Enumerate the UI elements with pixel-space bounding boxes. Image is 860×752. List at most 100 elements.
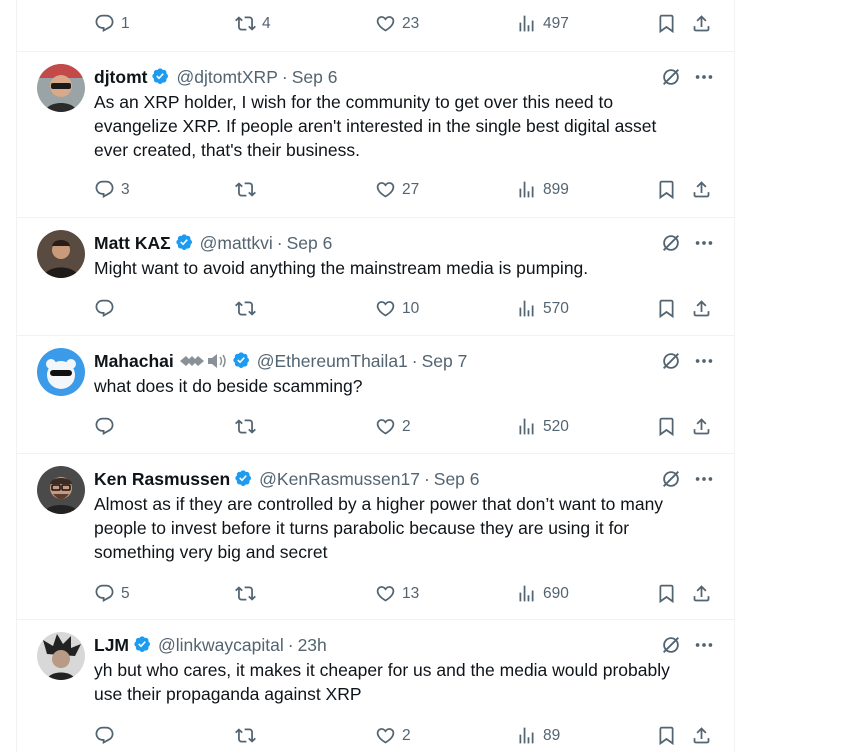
- more-icon[interactable]: [693, 232, 715, 254]
- reply-post[interactable]: Matt ΚΑΣ @mattkvi · Sep 6 Might want to …: [17, 218, 734, 335]
- display-name[interactable]: Matt ΚΑΣ: [94, 233, 171, 254]
- avatar[interactable]: [37, 466, 85, 514]
- post-text: As an XRP holder, I wish for the communi…: [94, 92, 657, 160]
- reply-post[interactable]: Ken Rasmussen @KenRasmussen17 · Sep 6 Al…: [17, 454, 734, 619]
- more-icon[interactable]: [693, 634, 715, 656]
- bookmark-button[interactable]: [656, 13, 677, 34]
- like-button[interactable]: 13: [375, 583, 419, 604]
- like-icon: [375, 179, 396, 200]
- more-icon[interactable]: [693, 350, 715, 372]
- share-icon: [691, 416, 712, 437]
- retweet-icon: [235, 583, 256, 604]
- retweet-button[interactable]: [235, 725, 262, 746]
- reply-post[interactable]: djtomt @djtomtXRP · Sep 6 As an XRP hold…: [17, 52, 734, 217]
- bookmark-button[interactable]: [656, 179, 677, 200]
- handle[interactable]: @mattkvi: [200, 233, 273, 254]
- more-icon[interactable]: [693, 66, 715, 88]
- display-name[interactable]: Ken Rasmussen: [94, 469, 230, 490]
- like-button[interactable]: 2: [375, 416, 411, 437]
- post-header: LJM @linkwaycapital · 23h: [94, 634, 327, 656]
- reply-button[interactable]: [94, 416, 121, 437]
- post-header: Ken Rasmussen @KenRasmussen17 · Sep 6: [94, 468, 480, 490]
- post-header: Mahachai @EthereumThaila1 · Sep 7: [94, 350, 467, 372]
- retweet-button[interactable]: [235, 298, 262, 319]
- bookmark-button[interactable]: [656, 298, 677, 319]
- like-button[interactable]: 23: [375, 13, 419, 34]
- reply-button[interactable]: [94, 725, 121, 746]
- avatar[interactable]: [37, 348, 85, 396]
- views-button[interactable]: 520: [516, 416, 569, 437]
- grok-icon[interactable]: [660, 66, 682, 88]
- post-text: Might want to avoid anything the mainstr…: [94, 258, 589, 278]
- handle[interactable]: @linkwaycapital: [158, 635, 284, 656]
- post-text: Almost as if they are controlled by a hi…: [94, 494, 664, 562]
- verified-badge-icon: [234, 469, 254, 489]
- views-button[interactable]: 89: [516, 725, 560, 746]
- views-button[interactable]: 497: [516, 13, 569, 34]
- post-date[interactable]: Sep 6: [434, 469, 480, 490]
- bookmark-button[interactable]: [656, 583, 677, 604]
- views-button[interactable]: 570: [516, 298, 569, 319]
- bookmark-button[interactable]: [656, 416, 677, 437]
- like-button[interactable]: 2: [375, 725, 411, 746]
- like-button[interactable]: 10: [375, 298, 419, 319]
- like-icon: [375, 416, 396, 437]
- share-button[interactable]: [691, 13, 712, 34]
- more-icon[interactable]: [693, 468, 715, 490]
- like-button[interactable]: 27: [375, 179, 419, 200]
- reply-button[interactable]: [94, 298, 121, 319]
- display-name[interactable]: djtomt: [94, 67, 147, 88]
- post-actions: 3 27 899: [94, 179, 714, 201]
- like-icon: [375, 583, 396, 604]
- grok-icon[interactable]: [660, 350, 682, 372]
- retweet-button[interactable]: [235, 583, 262, 604]
- share-button[interactable]: [691, 725, 712, 746]
- views-icon: [516, 416, 537, 437]
- retweet-button[interactable]: 4: [235, 13, 271, 34]
- share-button[interactable]: [691, 416, 712, 437]
- reply-post[interactable]: Mahachai @EthereumThaila1 · Sep 7 what d…: [17, 336, 734, 453]
- reply-feed: 1 4 23 497 djtomt @djtomtXRP · Sep 6 As …: [16, 0, 735, 752]
- grok-icon[interactable]: [660, 634, 682, 656]
- handle[interactable]: @EthereumThaila1: [257, 351, 408, 372]
- share-button[interactable]: [691, 298, 712, 319]
- handle[interactable]: @djtomtXRP: [176, 67, 277, 88]
- post-date[interactable]: 23h: [298, 635, 327, 656]
- reply-icon: [94, 298, 115, 319]
- retweet-icon: [235, 725, 256, 746]
- grok-icon[interactable]: [660, 232, 682, 254]
- post-date[interactable]: Sep 6: [287, 233, 333, 254]
- post-date[interactable]: Sep 7: [422, 351, 468, 372]
- retweet-button[interactable]: [235, 179, 262, 200]
- share-button[interactable]: [691, 179, 712, 200]
- share-icon: [691, 725, 712, 746]
- retweet-button[interactable]: [235, 416, 262, 437]
- reply-icon: [94, 725, 115, 746]
- bookmark-icon: [656, 416, 677, 437]
- reply-button[interactable]: 3: [94, 179, 130, 200]
- reply-button[interactable]: 1: [94, 13, 130, 34]
- avatar[interactable]: [37, 230, 85, 278]
- reply-post[interactable]: LJM @linkwaycapital · 23h yh but who car…: [17, 620, 734, 752]
- display-name[interactable]: Mahachai: [94, 351, 174, 372]
- views-button[interactable]: 899: [516, 179, 569, 200]
- avatar[interactable]: [37, 632, 85, 680]
- avatar[interactable]: [37, 64, 85, 112]
- grok-icon[interactable]: [660, 468, 682, 490]
- handle[interactable]: @KenRasmussen17: [259, 469, 420, 490]
- bookmark-icon: [656, 725, 677, 746]
- share-button[interactable]: [691, 583, 712, 604]
- post-actions: 10 570: [94, 298, 714, 320]
- retweet-icon: [235, 179, 256, 200]
- views-icon: [516, 179, 537, 200]
- post-text: yh but who cares, it makes it cheaper fo…: [94, 660, 670, 704]
- post-header: djtomt @djtomtXRP · Sep 6: [94, 66, 337, 88]
- views-button[interactable]: 690: [516, 583, 569, 604]
- like-icon: [375, 13, 396, 34]
- bookmark-button[interactable]: [656, 725, 677, 746]
- post-actions: 5 13 690: [94, 583, 714, 605]
- post-date[interactable]: Sep 6: [292, 67, 338, 88]
- verified-badge-icon: [175, 233, 195, 253]
- reply-button[interactable]: 5: [94, 583, 130, 604]
- display-name[interactable]: LJM: [94, 635, 129, 656]
